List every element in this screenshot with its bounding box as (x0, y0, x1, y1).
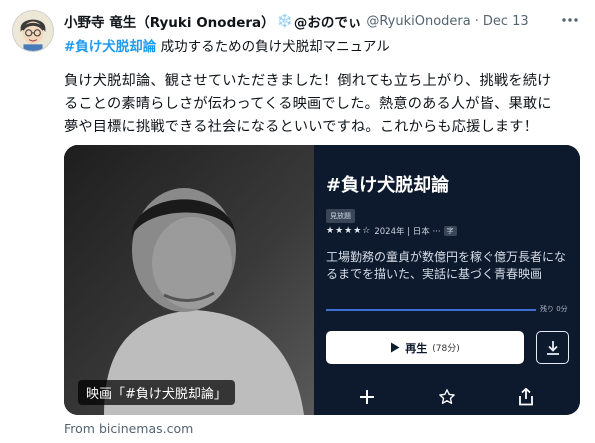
movie-still-image (64, 145, 314, 415)
tweet-first-line: #負け犬脱却論 成功するための負け犬脱却マニュアル (64, 35, 390, 55)
tweet-header: 小野寺 竜生（Ryuki Onodera） ❄️ @おのでぃ @RyukiOno… (64, 11, 555, 32)
remaining-time: 残り 0分 (540, 305, 568, 313)
movie-info-panel: #負け犬脱却論 見放題 ★★★★☆ 2024年 | 日本 ··· 字 工場勤務の… (314, 145, 580, 415)
plus-icon (360, 390, 374, 404)
image-caption: 映画「#負け犬脱却論」 (78, 380, 235, 405)
avatar-illustration (13, 11, 53, 51)
display-name[interactable]: 小野寺 竜生（Ryuki Onodera） (64, 11, 275, 31)
link-preview-card[interactable]: 映画「#負け犬脱却論」 #負け犬脱却論 見放題 ★★★★☆ 2024年 | 日本… (64, 145, 580, 415)
play-duration: (78分) (432, 344, 460, 354)
play-icon (391, 342, 400, 353)
body-line: ることの素晴らしさが伝わってくる映画でした。熱意のある人が皆、果敢に (64, 96, 552, 112)
body-line: 負け犬脱却論、観させていただきました！倒れても立ち上がり、挑戦を続け (64, 73, 552, 89)
share-icon (519, 388, 533, 406)
star-icon (439, 389, 455, 404)
favorite-button[interactable] (435, 385, 459, 409)
download-button[interactable] (536, 331, 569, 364)
snowflake-icon: ❄️ (276, 13, 293, 29)
add-button[interactable] (355, 385, 379, 409)
download-icon (546, 340, 559, 355)
share-button[interactable] (514, 385, 538, 409)
more-horizontal-icon[interactable] (559, 9, 581, 31)
first-line-text: 成功するための負け犬脱却マニュアル (156, 39, 390, 55)
user-handle[interactable]: @RyukiOnodera (366, 14, 470, 29)
subtitle-badge: 字 (443, 226, 457, 236)
meta-separator: · (474, 13, 479, 29)
body-line: 夢や目標に挑戦できる社会になるといいですね。これからも応援します！ (64, 119, 539, 135)
tweet-body: 負け犬脱却論、観させていただきました！倒れても立ち上がり、挑戦を続け ることの素… (64, 70, 574, 139)
tweet-date[interactable]: Dec 13 (483, 14, 529, 29)
play-label: 再生 (405, 341, 428, 355)
movie-title: #負け犬脱却論 (326, 175, 450, 196)
hashtag-link[interactable]: #負け犬脱却論 (64, 39, 156, 55)
movie-meta: 2024年 | 日本 ··· (374, 227, 441, 237)
unlimited-badge: 見放題 (326, 209, 355, 223)
display-name-suffix[interactable]: @おのでぃ (294, 11, 362, 31)
star-rating: ★★★★☆ (326, 226, 372, 236)
avatar[interactable] (12, 10, 54, 52)
link-source[interactable]: From bicinemas.com (64, 421, 193, 436)
movie-description: 工場勤務の童貞が数億円を稼ぐ億万長者になるまでを描いた、実話に基づく青春映画 (326, 250, 567, 281)
play-button[interactable]: 再生 (78分) (326, 331, 524, 364)
progress-bar (326, 309, 536, 311)
rating-row: ★★★★☆ 2024年 | 日本 ··· 字 (326, 225, 457, 237)
